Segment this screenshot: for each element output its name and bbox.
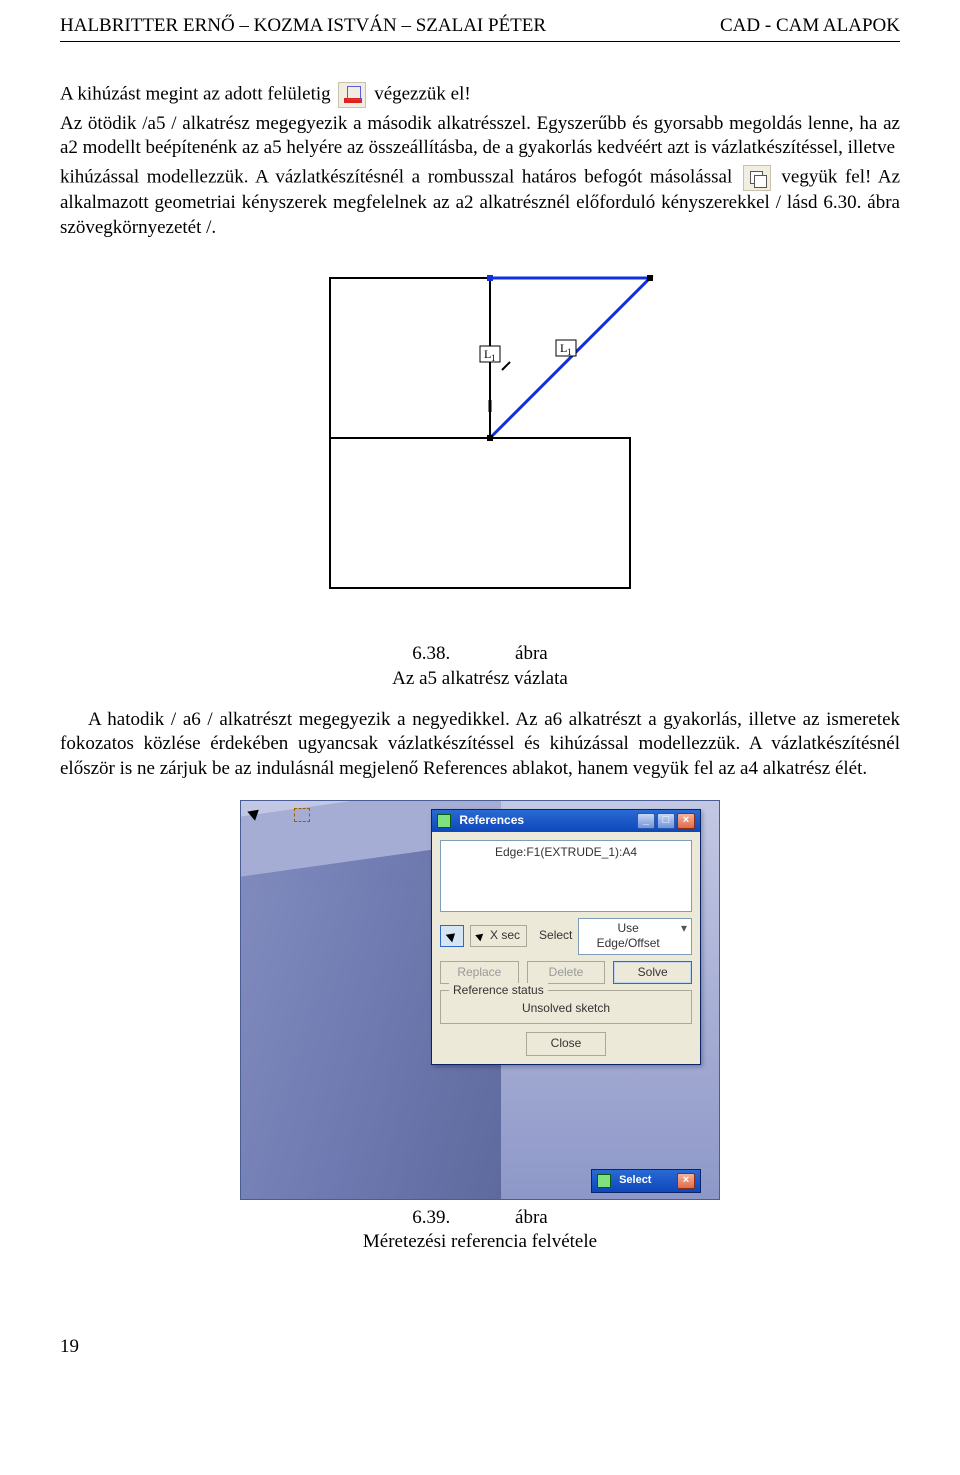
reference-status-title: Reference status [449,983,548,999]
close-button[interactable]: Close [526,1032,606,1056]
page-header: HALBRITTER ERNŐ – KOZMA ISTVÁN – SZALAI … [60,0,900,42]
extrude-to-surface-icon [338,82,366,108]
figure-1-caption: 6.38. ábra Az a5 alkatrész vázlata [60,642,900,691]
references-dialog: References _ □ × Edge:F1(EXTRUDE_1):A4 [431,809,701,1065]
references-app-icon [437,814,451,828]
paragraph-4: A hatodik / a6 / alkatrészt megegyezik a… [60,708,900,782]
copy-icon [743,165,771,191]
reference-status-group: Reference status Unsolved sketch [440,990,692,1024]
p2-text: Az ötödik /a5 / alkatrész megegyezik a m… [60,113,900,159]
reference-status-text: Unsolved sketch [449,1001,683,1017]
xsec-label: X sec [490,928,520,944]
figure-2: References _ □ × Edge:F1(EXTRUDE_1):A4 [60,800,900,1200]
minimize-button[interactable]: _ [637,813,655,829]
header-authors: HALBRITTER ERNŐ – KOZMA ISTVÁN – SZALAI … [60,14,546,39]
sketch-toolbar [247,805,311,825]
page-number: 19 [60,1335,900,1360]
figure-2-caption: 6.39. ábra Méretezési referencia felvéte… [60,1206,900,1255]
replace-button[interactable]: Replace [440,961,519,985]
paragraph-3: kihúzással modellezzük. A vázlatkészítés… [60,165,900,240]
figure-2-title: Méretezési referencia felvétele [363,1231,597,1252]
combo-value: Use Edge/Offset [597,921,660,951]
svg-text:1: 1 [567,347,572,357]
figure-2-number: 6.39. [412,1206,450,1231]
select-palette-titlebar[interactable]: Select × [592,1170,700,1192]
select-label: Select [539,928,572,944]
p4-text: A hatodik / a6 / alkatrészt megegyezik a… [60,709,900,779]
references-titlebar[interactable]: References _ □ × [432,810,700,832]
figure-1: L 1 L 1 [60,258,900,636]
select-palette-title: Select [619,1174,651,1186]
maximize-button[interactable]: □ [657,813,675,829]
reference-list[interactable]: Edge:F1(EXTRUDE_1):A4 [440,840,692,912]
figure-1-word: ábra [515,643,548,664]
p1-text-a: A kihúzást megint az adott felületig [60,83,335,104]
figure-1-svg: L 1 L 1 [290,258,670,628]
figure-2-word: ábra [515,1207,548,1228]
solve-button[interactable]: Solve [613,961,692,985]
arrow-icon [446,930,459,943]
svg-text:1: 1 [491,353,496,363]
header-title: CAD - CAM ALAPOK [720,14,900,39]
pick-tool-button[interactable] [440,925,464,947]
box-select-icon[interactable] [293,805,311,825]
arrow-icon [475,931,486,942]
figure-1-number: 6.38. [412,642,450,667]
select-tool-icon[interactable] [247,805,265,825]
close-window-button[interactable]: × [677,813,695,829]
select-palette-close[interactable]: × [677,1173,695,1189]
references-body: Edge:F1(EXTRUDE_1):A4 X sec Select Use E… [432,832,700,1064]
delete-button[interactable]: Delete [527,961,606,985]
figure-1-title: Az a5 alkatrész vázlata [392,668,568,689]
select-palette-icon [597,1174,611,1188]
reference-mode-combo[interactable]: Use Edge/Offset [578,918,692,955]
select-palette: Select × [591,1169,701,1193]
xsec-button[interactable]: X sec [470,925,527,947]
references-title-text: References [459,813,524,827]
paragraph-1: A kihúzást megint az adott felületig vég… [60,82,900,108]
p3-text-a: kihúzással modellezzük. A vázlatkészítés… [60,166,740,187]
paragraph-2: Az ötödik /a5 / alkatrész megegyezik a m… [60,112,900,161]
cad-viewport: References _ □ × Edge:F1(EXTRUDE_1):A4 [240,800,720,1200]
reference-list-item[interactable]: Edge:F1(EXTRUDE_1):A4 [447,845,685,861]
p1-text-b: végezzük el! [374,83,471,104]
